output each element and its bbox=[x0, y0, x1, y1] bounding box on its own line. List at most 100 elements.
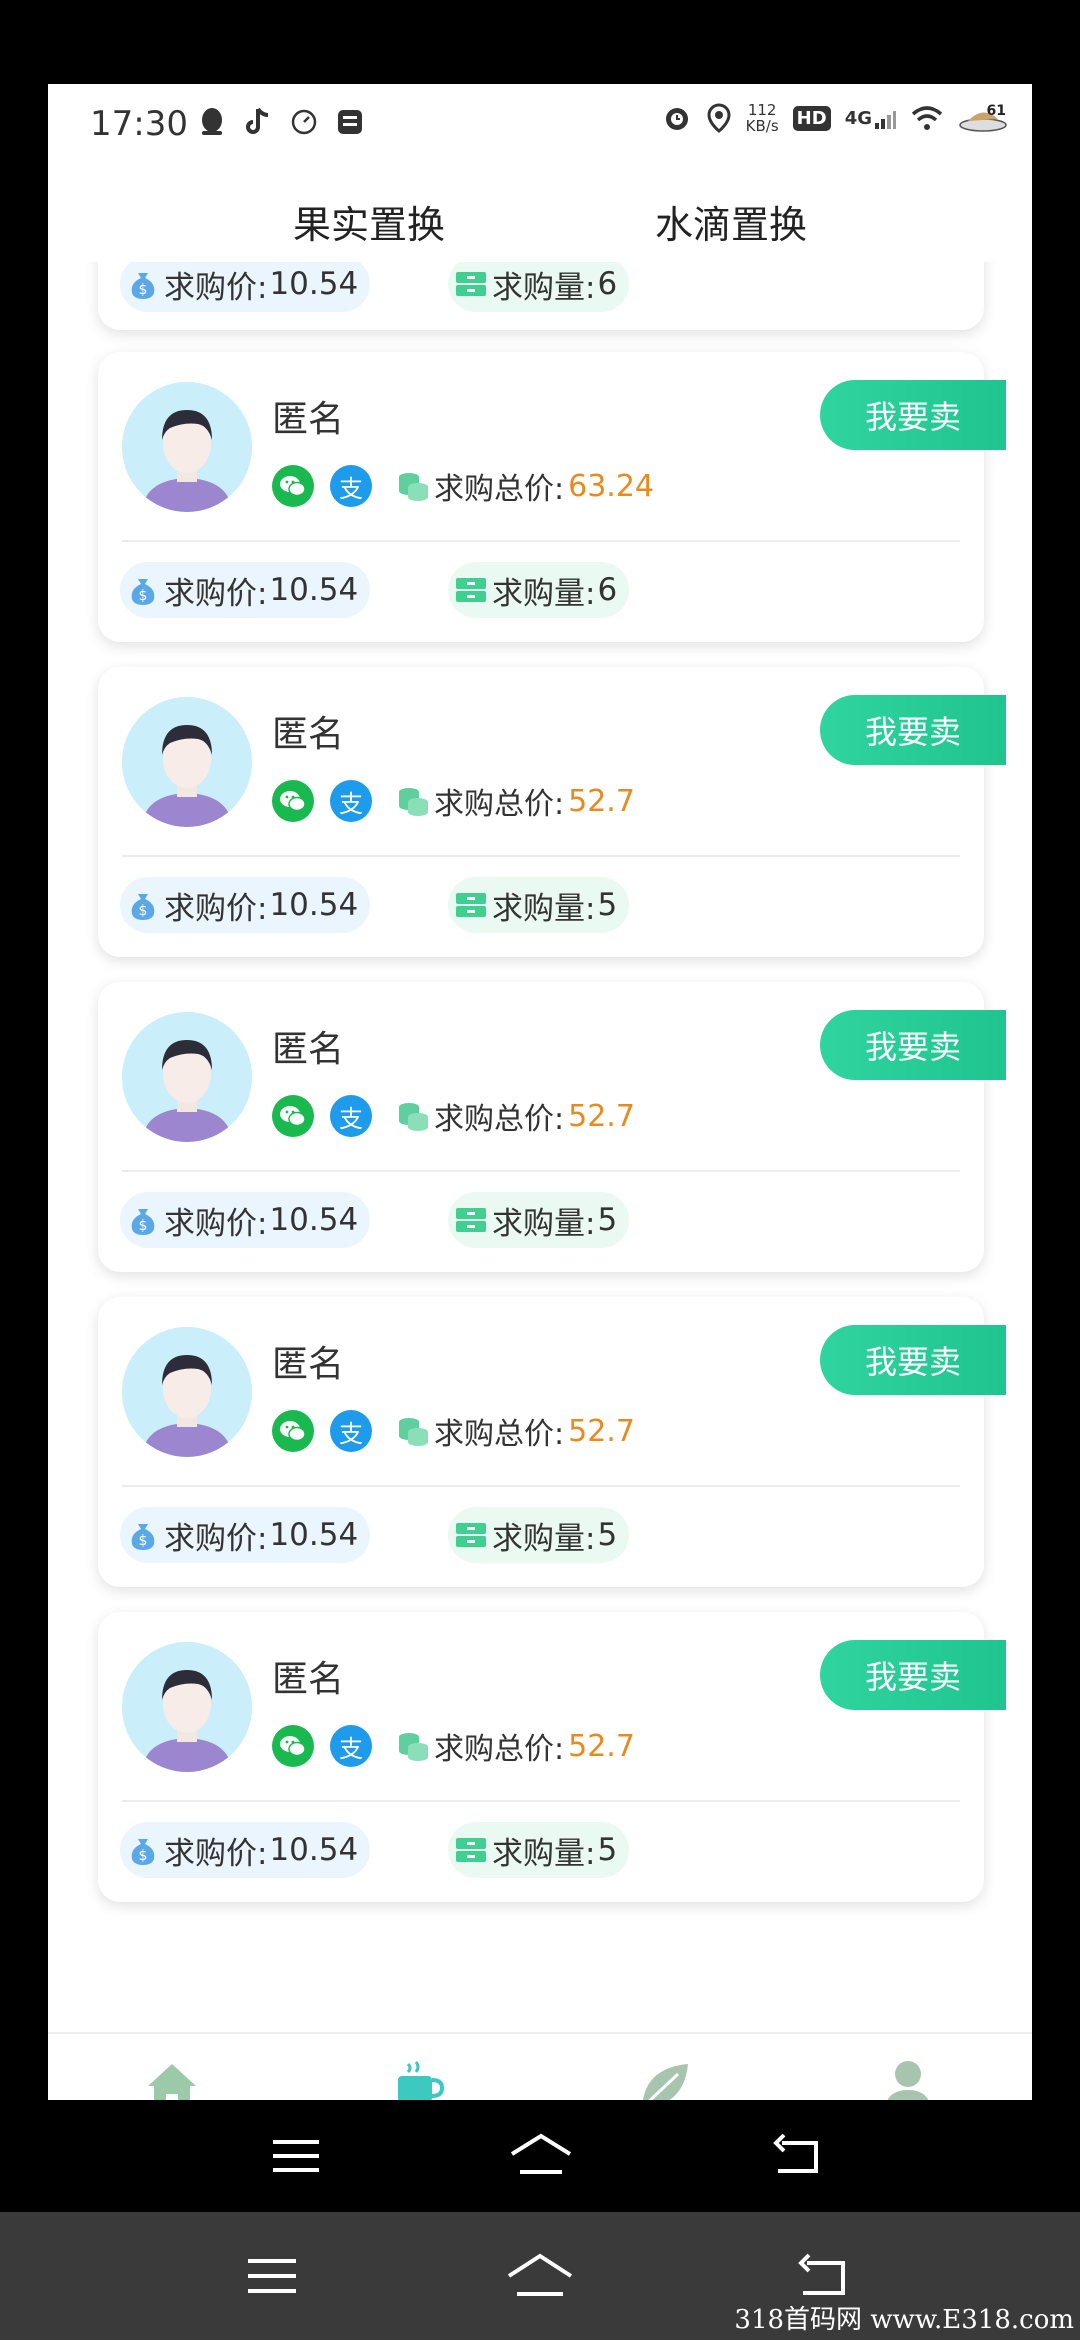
order-card: 匿名 支 求购总价: 52.7 我要卖 $ 求购价: 10.54 求购量: 5 bbox=[98, 667, 1006, 957]
sell-button[interactable]: 我要卖 bbox=[820, 1010, 1006, 1080]
wechat-pay-icon bbox=[272, 780, 314, 822]
hd-badge: HD bbox=[792, 105, 831, 131]
price-value: 10.54 bbox=[269, 887, 359, 923]
menu-icon bbox=[273, 2140, 319, 2172]
wifi-icon bbox=[911, 106, 943, 130]
drawer-icon bbox=[456, 1208, 486, 1232]
money-bag-icon: $ bbox=[131, 273, 155, 299]
price-chip: $ 求购价: 10.54 bbox=[120, 1507, 371, 1563]
divider bbox=[122, 540, 960, 542]
money-bag-icon: $ bbox=[131, 1839, 155, 1865]
money-bag-icon: $ bbox=[131, 579, 155, 605]
wechat-pay-icon bbox=[272, 1095, 314, 1137]
back-button-2[interactable] bbox=[796, 2250, 852, 2302]
back-icon bbox=[773, 2133, 818, 2173]
home-icon bbox=[148, 2064, 196, 2100]
back-button[interactable] bbox=[770, 2130, 826, 2180]
tab-fruit-exchange[interactable]: 果实置换 bbox=[279, 194, 460, 255]
coins-icon bbox=[399, 1103, 428, 1131]
wechat-pay-icon bbox=[272, 465, 314, 507]
nav-exchange[interactable]: 置换 bbox=[358, 2056, 478, 2100]
avatar bbox=[122, 1012, 252, 1142]
user-name: 匿名 bbox=[272, 1344, 345, 1385]
avatar bbox=[122, 697, 252, 827]
sell-button[interactable]: 我要卖 bbox=[820, 380, 1006, 450]
alipay-icon: 支 bbox=[330, 1410, 372, 1452]
price-chip: $ 求购价: 10.54 bbox=[120, 1192, 371, 1248]
status-bar: 17:30 112 KB/s HD 4G 61 bbox=[48, 84, 1032, 164]
clock-outline-icon bbox=[288, 106, 320, 138]
wechat-pay-icon bbox=[272, 1725, 314, 1767]
order-card-partial: $ 求购价: 10.54 求购量: 6 bbox=[98, 262, 984, 330]
buy-order-list[interactable]: $ 求购价: 10.54 求购量: 6 匿名 支 求购总价: 63.24 我要卖… bbox=[48, 262, 1032, 2032]
order-card: 匿名 支 求购总价: 52.7 我要卖 $ 求购价: 10.54 求购量: 5 bbox=[98, 1297, 1006, 1587]
quantity-value: 5 bbox=[597, 887, 618, 923]
payment-methods: 支 求购总价: 52.7 bbox=[272, 1724, 635, 1768]
total-price-value: 52.7 bbox=[568, 1413, 635, 1449]
total-price: 求购总价: 52.7 bbox=[396, 1409, 635, 1453]
exchange-tabs: 果实置换 水滴置换 bbox=[48, 172, 1032, 262]
alipay-icon: 支 bbox=[330, 1095, 372, 1137]
price-value: 10.54 bbox=[269, 1517, 359, 1553]
money-bag-icon: $ bbox=[131, 894, 155, 920]
order-card: 匿名 支 求购总价: 52.7 我要卖 $ 求购价: 10.54 求购量: 5 bbox=[98, 1612, 1006, 1902]
qq-icon bbox=[196, 106, 228, 138]
user-name: 匿名 bbox=[272, 1659, 345, 1700]
quantity-chip: 求购量: 5 bbox=[448, 1507, 630, 1563]
quantity-chip: 求购量: 5 bbox=[448, 1822, 630, 1878]
home-outline-icon bbox=[510, 2133, 572, 2174]
system-nav-bar-2: 318首码网 www.E318.com bbox=[0, 2212, 1080, 2340]
alipay-icon: 支 bbox=[330, 1725, 372, 1767]
price-chip: $ 求购价: 10.54 bbox=[120, 1822, 371, 1878]
svg-text:$: $ bbox=[139, 282, 148, 298]
coins-icon bbox=[399, 1733, 428, 1761]
menu-icon bbox=[248, 2259, 296, 2293]
drawer-icon bbox=[456, 1523, 486, 1547]
total-price: 求购总价: 63.24 bbox=[396, 464, 654, 508]
home-button-2[interactable] bbox=[504, 2250, 576, 2302]
network-type: 4G bbox=[845, 108, 896, 129]
sell-button[interactable]: 我要卖 bbox=[820, 695, 1006, 765]
tab-water-exchange[interactable]: 水滴置换 bbox=[655, 194, 807, 249]
total-price: 求购总价: 52.7 bbox=[396, 1724, 635, 1768]
quantity-value: 6 bbox=[597, 266, 618, 302]
menu-button-2[interactable] bbox=[244, 2252, 300, 2300]
sell-button[interactable]: 我要卖 bbox=[820, 1640, 1006, 1710]
home-button[interactable] bbox=[506, 2130, 576, 2180]
status-right: 112 KB/s HD 4G 61 bbox=[662, 102, 1008, 134]
svg-text:$: $ bbox=[139, 1218, 148, 1234]
battery-indicator: 61 bbox=[958, 103, 1008, 133]
quantity-value: 5 bbox=[597, 1832, 618, 1868]
price-chip: $ 求购价: 10.54 bbox=[120, 877, 371, 933]
coins-icon bbox=[399, 1418, 428, 1446]
alarm-icon bbox=[665, 108, 688, 130]
user-name: 匿名 bbox=[272, 1029, 345, 1070]
menu-button[interactable] bbox=[268, 2132, 324, 2180]
divider bbox=[122, 1800, 960, 1802]
system-nav-bar bbox=[0, 2100, 1080, 2212]
sell-button[interactable]: 我要卖 bbox=[820, 1325, 1006, 1395]
back-icon bbox=[798, 2253, 845, 2295]
drawer-icon bbox=[456, 578, 486, 602]
leaf-icon bbox=[642, 2064, 688, 2100]
total-price-value: 63.24 bbox=[568, 468, 654, 504]
total-price: 求购总价: 52.7 bbox=[396, 1094, 635, 1138]
tab-fruit-exchange-label: 果实置换 bbox=[293, 203, 446, 247]
price-chip: $ 求购价: 10.54 bbox=[120, 562, 371, 618]
coins-icon bbox=[399, 788, 428, 816]
wechat-pay-icon bbox=[272, 1410, 314, 1452]
nav-ecology[interactable]: 生态 bbox=[604, 2056, 724, 2100]
alipay-icon: 支 bbox=[330, 780, 372, 822]
payment-methods: 支 求购总价: 63.24 bbox=[272, 464, 654, 508]
home-outline-icon bbox=[507, 2253, 573, 2296]
order-card: 匿名 支 求购总价: 63.24 我要卖 $ 求购价: 10.54 求购量: 6 bbox=[98, 352, 1006, 642]
nav-mine[interactable]: 我的 bbox=[848, 2056, 968, 2100]
location-icon bbox=[707, 103, 731, 133]
svg-text:$: $ bbox=[139, 1533, 148, 1549]
bottom-nav: 首页 置换 生态 我的 bbox=[48, 2032, 1032, 2100]
quantity-chip: 求购量: 6 bbox=[448, 562, 630, 618]
coins-icon bbox=[399, 473, 428, 501]
notification-icons bbox=[196, 106, 366, 138]
nav-home[interactable]: 首页 bbox=[112, 2056, 232, 2100]
drawer-icon bbox=[456, 893, 486, 917]
